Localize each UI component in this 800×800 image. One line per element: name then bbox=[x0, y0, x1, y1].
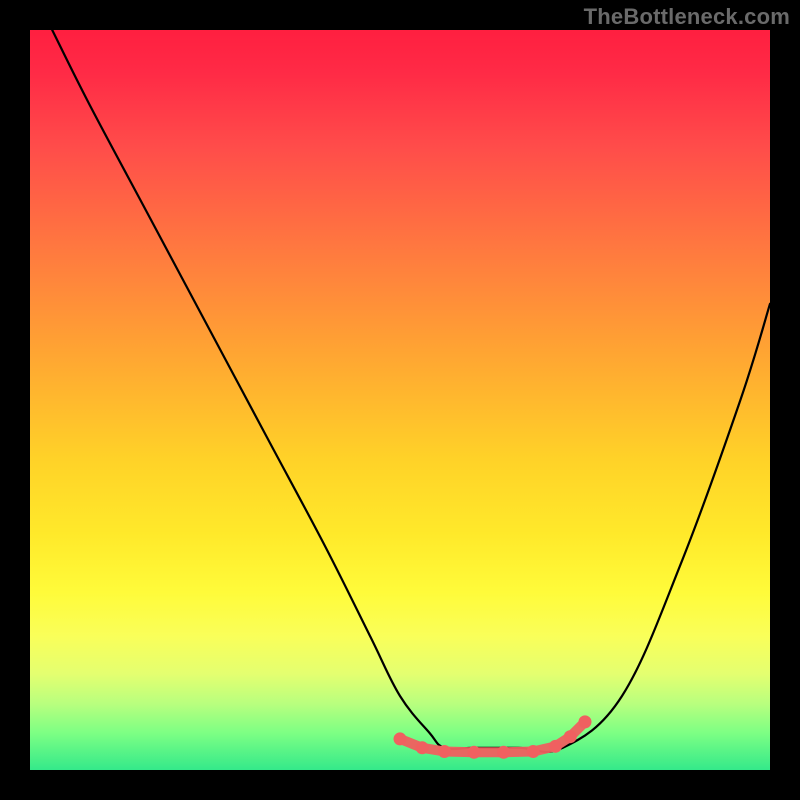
bottleneck-curve bbox=[52, 30, 770, 752]
plot-area bbox=[30, 30, 770, 770]
marker-dot bbox=[579, 715, 592, 728]
chart-frame: TheBottleneck.com bbox=[0, 0, 800, 800]
chart-svg bbox=[30, 30, 770, 770]
optimal-band-markers bbox=[394, 715, 592, 758]
watermark-label: TheBottleneck.com bbox=[584, 4, 790, 30]
